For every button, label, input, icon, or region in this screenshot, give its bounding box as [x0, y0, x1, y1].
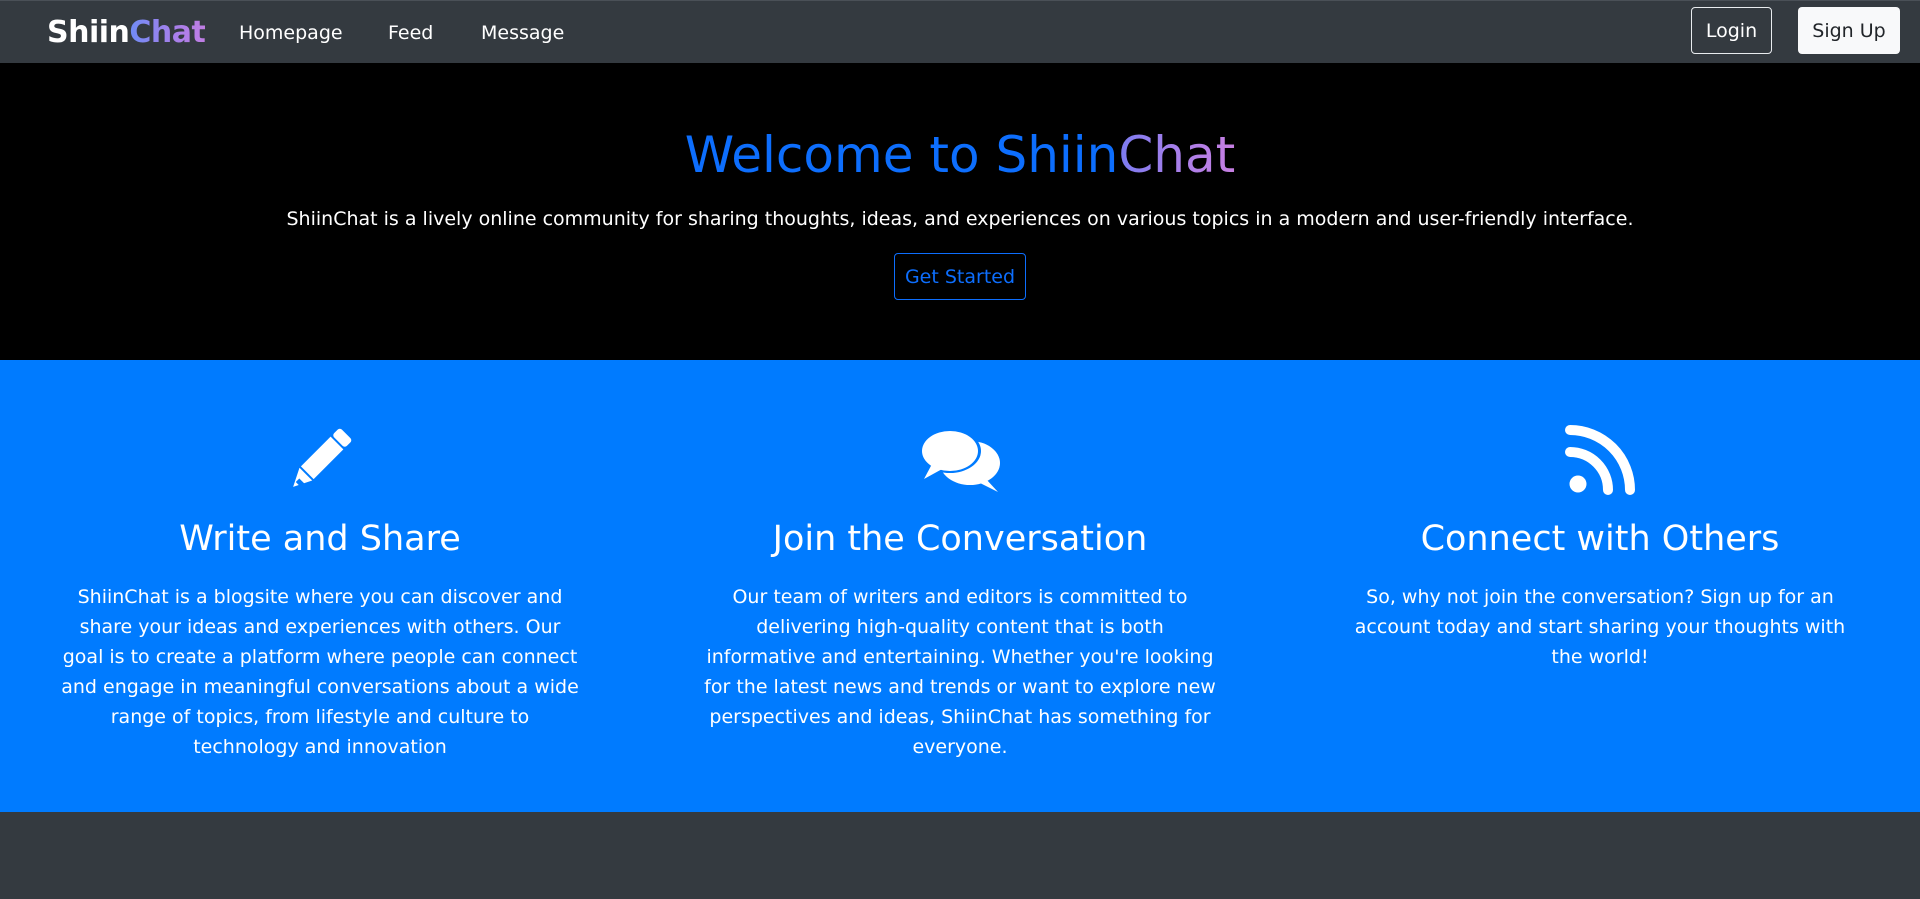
nav-link-message[interactable]: Message: [481, 21, 564, 45]
hero-title-part2: Shiin: [995, 126, 1119, 184]
brand-logo[interactable]: ShiinChat: [47, 15, 206, 51]
feature-text: Our team of writers and editors is commi…: [704, 586, 1216, 758]
hero-title: Welcome to ShiinChat: [0, 125, 1920, 185]
feature-title: Write and Share: [179, 519, 461, 559]
brand-logo-part1: Shiin: [47, 15, 130, 50]
top-navbar: ShiinChat Homepage Feed Message Login Si…: [0, 0, 1920, 63]
hero-title-part1: Welcome to: [684, 126, 996, 184]
signup-button[interactable]: Sign Up: [1798, 7, 1900, 54]
hero-section: Welcome to ShiinChat ShiinChat is a live…: [0, 63, 1920, 360]
chat-bubbles-icon: [700, 424, 1220, 498]
nav-link-homepage[interactable]: Homepage: [239, 21, 343, 45]
login-button[interactable]: Login: [1691, 7, 1772, 54]
pencil-icon: [60, 424, 580, 498]
feature-text: ShiinChat is a blogsite where you can di…: [61, 586, 579, 758]
hero-title-part3: Chat: [1118, 126, 1236, 184]
feature-title: Join the Conversation: [772, 519, 1148, 559]
feature-title: Connect with Others: [1420, 519, 1780, 559]
rss-icon: [1340, 424, 1860, 498]
brand-logo-part2: Chat: [129, 15, 206, 50]
feature-text: So, why not join the conversation? Sign …: [1354, 586, 1846, 668]
nav-link-feed[interactable]: Feed: [388, 21, 433, 45]
hero-subtitle: ShiinChat is a lively online community f…: [286, 208, 1634, 230]
footer: [0, 812, 1920, 899]
get-started-button[interactable]: Get Started: [894, 253, 1026, 300]
features-section: Write and Share ShiinChat is a blogsite …: [0, 360, 1920, 812]
